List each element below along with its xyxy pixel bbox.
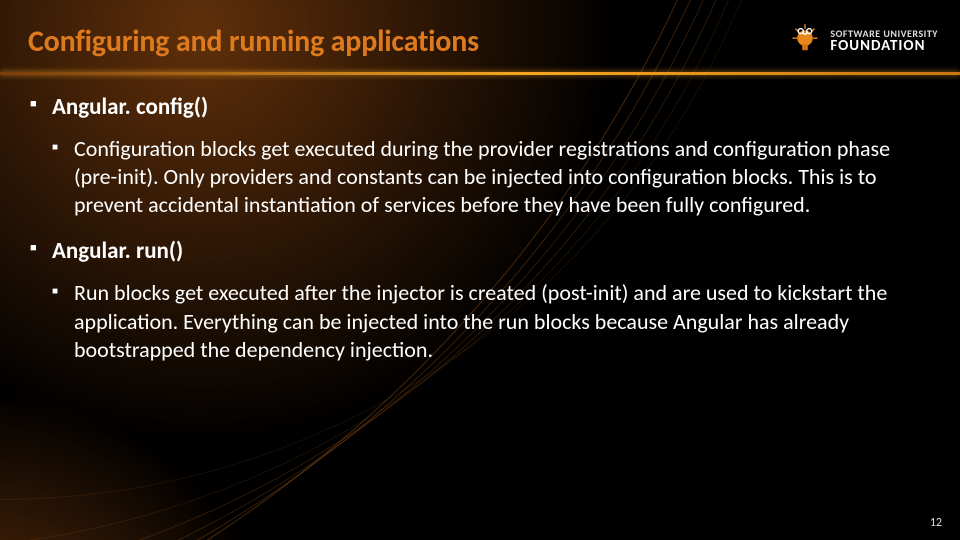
slide: Configuring and running applications SOF…	[0, 0, 960, 540]
page-number: 12	[930, 516, 942, 530]
section-body: Run blocks get executed after the inject…	[52, 279, 932, 363]
title-bar: Configuring and running applications SOF…	[28, 10, 932, 72]
section-body: Configuration blocks get executed during…	[52, 135, 932, 219]
section-heading: Angular. config()	[52, 93, 932, 121]
brand-line2: FOUNDATION	[830, 39, 938, 54]
slide-title: Configuring and running applications	[28, 23, 479, 60]
content-area: Angular. config() Configuration blocks g…	[28, 75, 932, 364]
section-heading: Angular. run()	[52, 237, 932, 265]
section-item: Angular. run() Run blocks get executed a…	[30, 237, 932, 363]
lightbulb-icon	[788, 24, 822, 58]
section-item: Angular. config() Configuration blocks g…	[30, 93, 932, 219]
brand-text: SOFTWARE UNIVERSITY FOUNDATION	[830, 29, 938, 54]
brand-logo: SOFTWARE UNIVERSITY FOUNDATION	[788, 24, 938, 58]
